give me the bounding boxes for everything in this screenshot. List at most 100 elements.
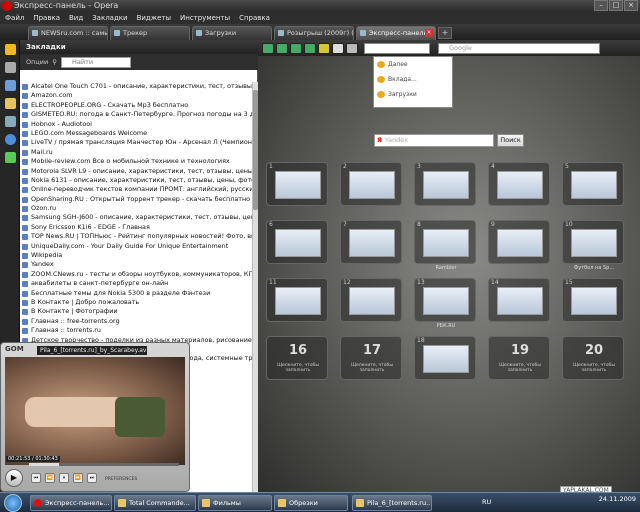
pause-button[interactable]: ⏸ [59,473,69,483]
menu-tools[interactable]: Инструменты [180,12,230,24]
speed-dial-tile[interactable]: 5 [562,162,624,206]
speed-dial-tile[interactable]: 11 [266,278,328,322]
speed-dial-tile[interactable]: 7 [340,220,402,264]
language-indicator[interactable]: RU [482,498,491,506]
address-field[interactable] [364,42,430,54]
bookmark-item[interactable]: Alcatel One Touch C701 - описание, харак… [20,82,252,91]
options-button[interactable]: Опции [26,58,48,66]
bookmark-item[interactable]: Motorola SLVR L9 - описание, характерист… [20,167,252,176]
minimize-button[interactable]: – [594,0,608,11]
dropdown-item[interactable]: Вклада... [374,72,452,87]
google-search-input[interactable]: Google [438,42,600,54]
bookmark-item[interactable]: Бесплатные темы для Nokia 5300 в разделе… [20,289,252,298]
bookmark-item[interactable]: В Контакте | Фотографии [20,307,252,316]
dropdown-item[interactable]: Загрузки [374,87,452,102]
bookmark-item[interactable]: Ozon.ru [20,204,252,213]
reload-icon[interactable] [332,42,344,54]
rewind-icon[interactable] [290,42,302,54]
new-tab-button[interactable]: + [438,27,452,39]
bookmark-item[interactable]: UniqueDaily.com - Your Daily Guide For U… [20,242,252,251]
fast-forward-icon[interactable] [304,42,316,54]
menu-file[interactable]: Файл [5,12,24,24]
bookmark-item[interactable]: GISMETEO.RU: погода в Санкт-Петербурге. … [20,110,252,119]
bookmark-item[interactable]: Главная :: free-torrents.org [20,317,252,326]
speed-dial-tile[interactable]: 9 [488,220,550,264]
menu-view[interactable]: Вид [69,12,83,24]
bookmark-item[interactable]: Amazon.com [20,91,252,100]
bookmark-item[interactable]: Wikipedia [20,251,252,260]
play-button[interactable]: ▶ [5,469,23,487]
speed-dial-tile[interactable]: 13 РБК.RU [414,278,476,329]
speed-dial-tile[interactable]: 16 Щелкните, чтобы заполнить [266,336,328,380]
start-button[interactable] [4,494,22,512]
menu-edit[interactable]: Правка [33,12,60,24]
taskbar-item-opera[interactable]: Экспресс-панель... [30,495,112,511]
binoculars-icon[interactable]: ⚲ [52,58,57,66]
bookmark-item[interactable]: LiveTV / прямая трансляция Манчестер Юн … [20,138,252,147]
taskbar-item-films[interactable]: Фильмы [198,495,272,511]
bookmark-item[interactable]: ZOOM.CNews.ru - тесты и обзоры ноутбуков… [20,270,252,279]
forward-button[interactable]: ⏩ [73,473,83,483]
speed-dial-tile[interactable]: 12 [340,278,402,322]
speed-dial-tile[interactable]: 14 [488,278,550,322]
widgets-panel-icon[interactable] [5,62,16,73]
yandex-search-input[interactable]: Yandex [374,134,494,147]
bookmark-item[interactable]: В Контакте | Добро пожаловать [20,298,252,307]
speed-dial-tile[interactable]: 19 Щелкните, чтобы заполнить [488,336,550,380]
bookmark-item[interactable]: Hobnox - Audiotool [20,120,252,129]
speed-dial-tile[interactable]: 3 [414,162,476,206]
dropdown-item[interactable]: Далее [374,57,452,72]
speed-dial-tile[interactable]: 2 [340,162,402,206]
edit-icon[interactable] [346,42,358,54]
tab-speed-dial[interactable]: Экспресс-панель × [356,26,436,40]
bookmark-item[interactable]: ELECTROPEOPLE.ORG - Скачать Mp3 бесплатн… [20,101,252,110]
history-panel-icon[interactable] [5,134,16,145]
tab-giveaway[interactable]: Розыгрыш (2009г) (Ru... [274,26,354,40]
speed-dial-tile[interactable]: 8 Rambler [414,220,476,271]
speed-dial-tile[interactable]: 10 Футбол на Sp... [562,220,624,271]
maximize-button[interactable]: □ [609,0,623,11]
windows-panel-icon[interactable] [5,152,16,163]
video-frame[interactable] [5,357,185,465]
bookmark-item[interactable]: Главная :: torrents.ru [20,326,252,335]
bookmark-item[interactable]: Sony Ericsson K1i6 - EDGE - Главная [20,223,252,232]
bookmark-item[interactable]: TOP News.RU | ТОПНьюс - Рейтинг популярн… [20,232,252,241]
taskbar-item-total-commander[interactable]: Total Commande... [114,495,196,511]
rewind-button[interactable]: ⏪ [45,473,55,483]
bookmark-item[interactable]: Nokia 6131 - описание, характеристики, т… [20,176,252,185]
bookmarks-panel-icon[interactable] [5,44,16,55]
speed-dial-tile[interactable]: 18 [414,336,476,380]
bookmark-item[interactable]: LEGO.com Messageboards Welcome [20,129,252,138]
close-button[interactable]: × [624,0,638,11]
home-icon[interactable] [318,42,330,54]
speed-dial-tile[interactable]: 4 [488,162,550,206]
seek-bar[interactable] [29,463,179,466]
bookmark-item[interactable]: Mail.ru [20,148,252,157]
bookmark-item[interactable]: Samsung SGH-J600 - описание, характерист… [20,213,252,222]
notes-panel-icon[interactable] [5,80,16,91]
bookmark-item[interactable]: OpenSharing.RU : Открытый торрент трекер… [20,195,252,204]
speed-dial-tile[interactable]: 1 [266,162,328,206]
speed-dial-tile[interactable]: 15 [562,278,624,322]
next-button[interactable]: ⏭ [87,473,97,483]
bookmark-item[interactable]: аквабилеты в санкт-петербурге он-лайн [20,279,252,288]
speed-dial-tile[interactable]: 17 Щелкните, чтобы заполнить [340,336,402,380]
menu-bookmarks[interactable]: Закладки [92,12,127,24]
menu-widgets[interactable]: Виджеты [137,12,171,24]
bookmark-item[interactable]: Yandex [20,260,252,269]
taskbar-item-player[interactable]: Pila_6_[torrents.ru... [352,495,432,511]
search-button[interactable]: Поиск [497,134,524,147]
close-tab-icon[interactable]: × [425,29,433,37]
bookmark-item[interactable]: Mobile-review.com Все о мобильной техник… [20,157,252,166]
forward-icon[interactable] [276,42,288,54]
taskbar-item-clips[interactable]: Обрезки [274,495,348,511]
speed-dial-tile[interactable]: 20 Щелкните, чтобы заполнить [562,336,624,380]
back-icon[interactable] [262,42,274,54]
links-panel-icon[interactable] [5,116,16,127]
prev-button[interactable]: ⏮ [31,473,41,483]
speed-dial-tile[interactable]: 6 [266,220,328,264]
bookmarks-search-input[interactable] [61,56,132,68]
menu-help[interactable]: Справка [239,12,270,24]
downloads-panel-icon[interactable] [5,98,16,109]
bookmark-item[interactable]: Online-переводчик текстов компании ПРОМТ… [20,185,252,194]
